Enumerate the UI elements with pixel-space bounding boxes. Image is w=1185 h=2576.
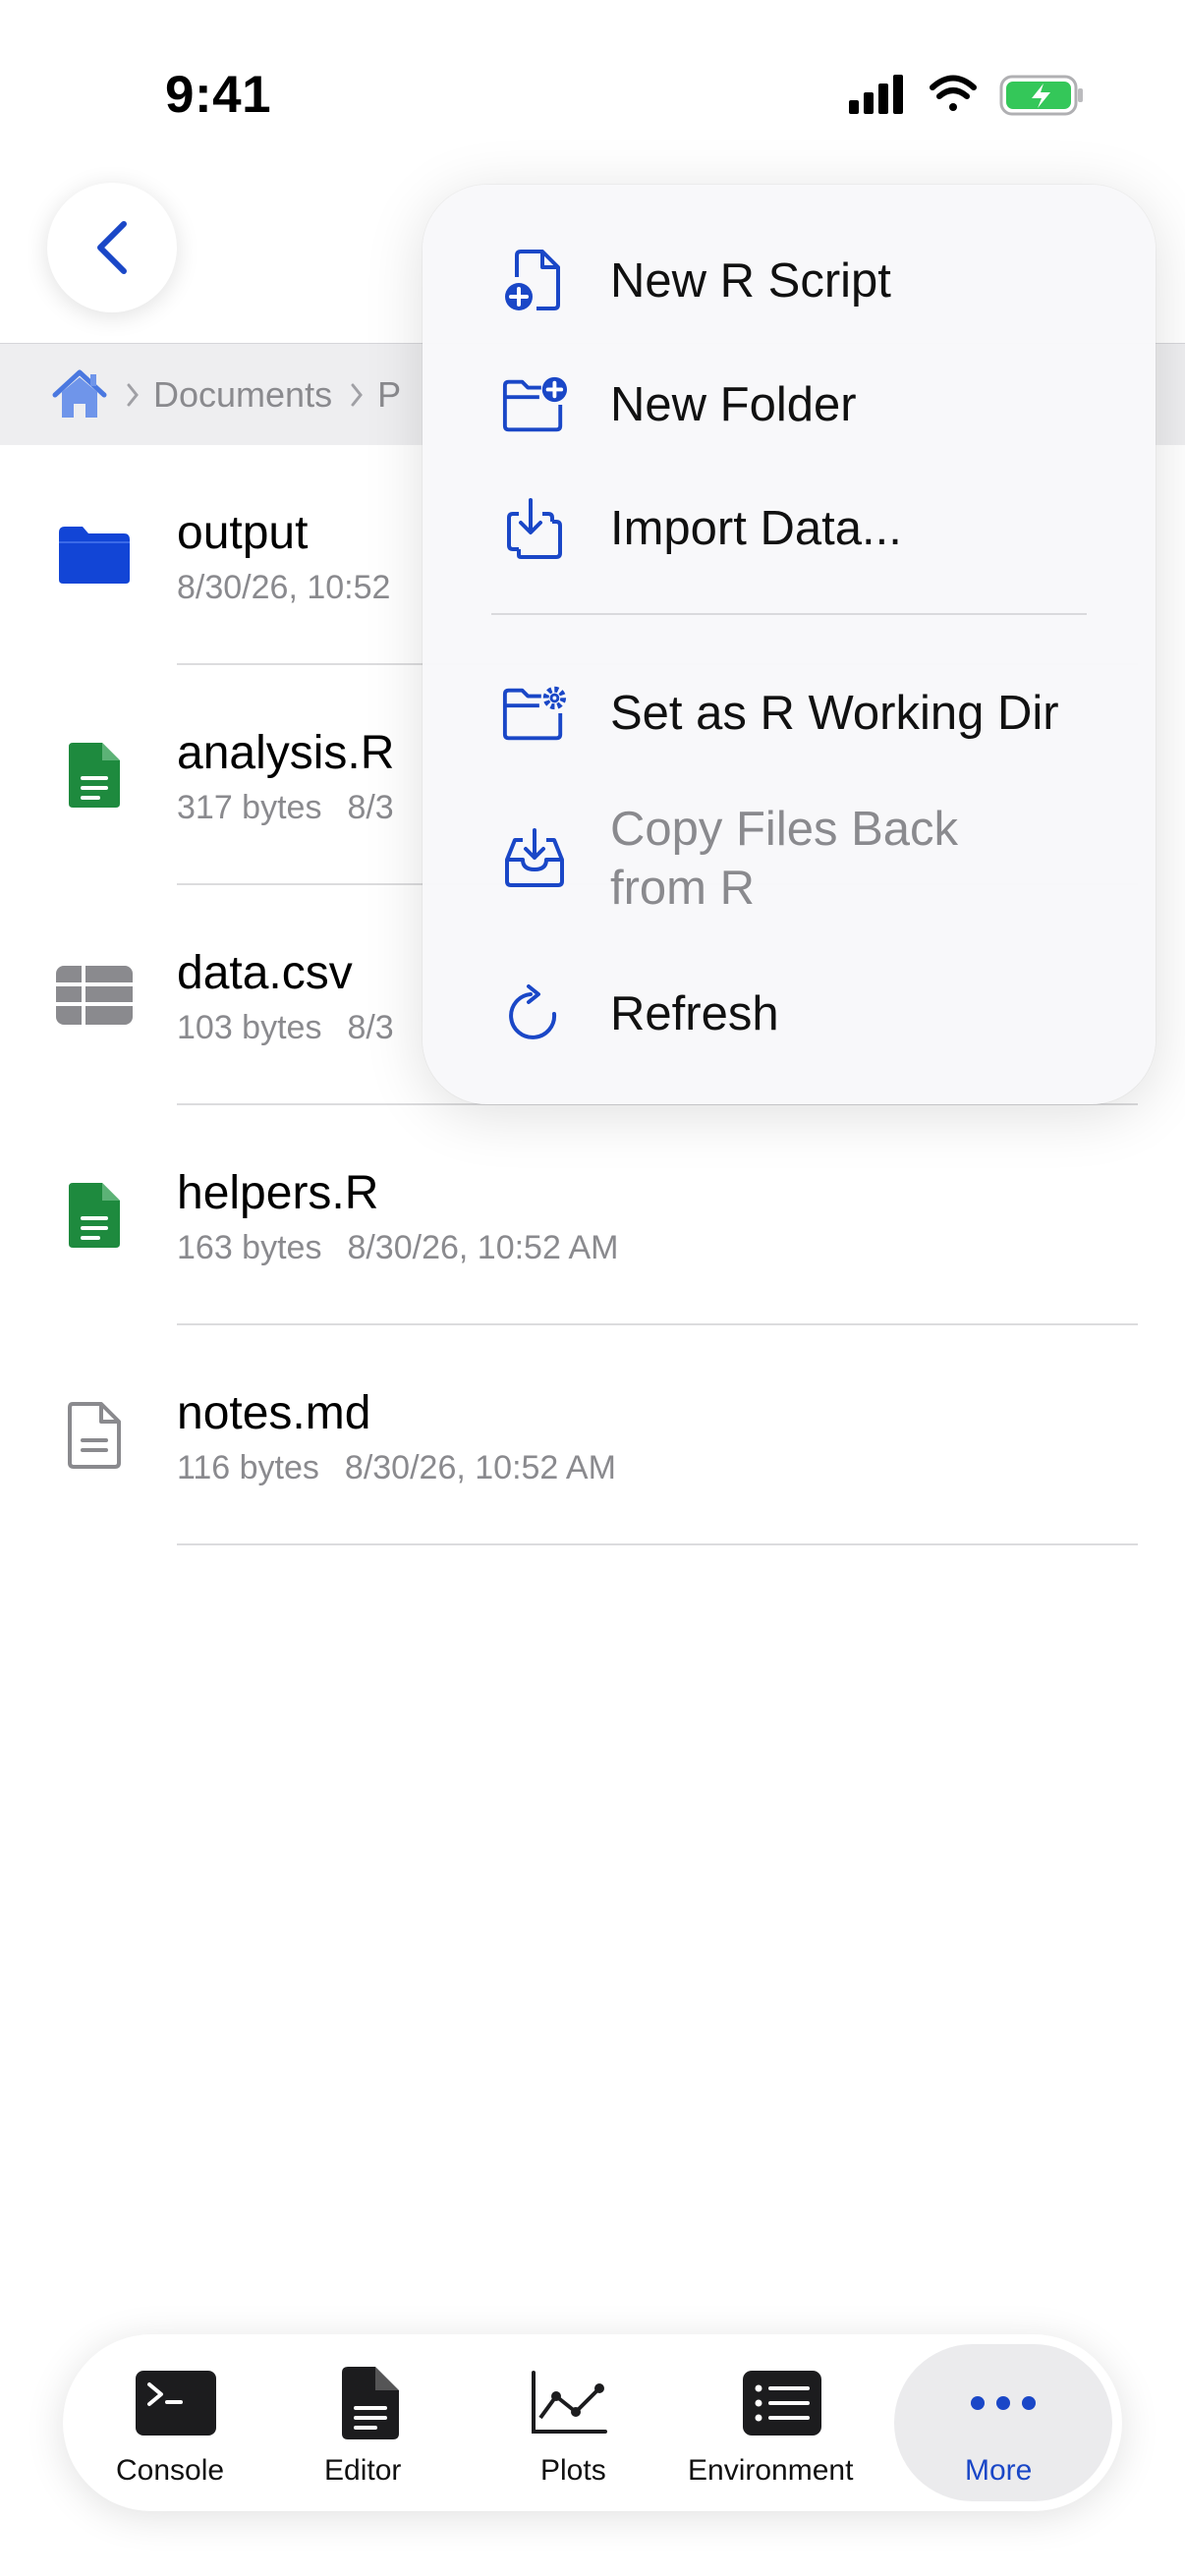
tab-editor[interactable]: Editor xyxy=(324,2334,434,2511)
chart-icon xyxy=(531,2366,607,2440)
tab-label: More xyxy=(965,2454,1033,2487)
ellipsis-icon xyxy=(969,2366,1038,2440)
file-date: 8/30/26, 10:52 AM xyxy=(347,1229,619,1266)
tab-label: Environment xyxy=(688,2454,854,2487)
new-folder-icon xyxy=(501,371,568,438)
menu-item-label: Copy Files Back from R xyxy=(610,803,959,915)
file-meta: 103 bytes 8/3 xyxy=(177,1009,394,1047)
tray-download-icon xyxy=(501,825,568,892)
tab-console[interactable]: Console xyxy=(106,2334,252,2511)
breadcrumb-separator-icon xyxy=(126,382,140,408)
r-file-icon xyxy=(53,734,136,816)
back-button[interactable] xyxy=(47,183,177,312)
battery-icon xyxy=(999,75,1083,116)
document-icon xyxy=(342,2366,401,2440)
file-date: 8/3 xyxy=(347,789,394,826)
file-meta: 317 bytes 8/3 xyxy=(177,789,394,827)
more-actions-menu: New R Script New Folder Import Data... S… xyxy=(423,185,1156,1104)
tab-label: Plots xyxy=(540,2454,606,2487)
file-date: 8/30/26, 10:52 AM xyxy=(344,1449,616,1486)
terminal-icon xyxy=(136,2366,216,2440)
breadcrumb-separator-icon xyxy=(350,382,364,408)
file-name: output xyxy=(177,507,309,559)
new-script-icon xyxy=(501,248,568,314)
tab-label: Console xyxy=(116,2454,225,2487)
home-icon[interactable] xyxy=(51,368,108,421)
menu-item-new-folder[interactable]: New Folder xyxy=(423,367,1156,442)
menu-item-copy-files-back[interactable]: Copy Files Back from R xyxy=(423,800,1156,918)
table-icon xyxy=(53,954,136,1036)
tab-label: Editor xyxy=(324,2454,402,2487)
breadcrumb-item-current[interactable]: P xyxy=(377,374,401,416)
breadcrumb-item-documents[interactable]: Documents xyxy=(153,374,332,416)
menu-item-import-data[interactable]: Import Data... xyxy=(423,491,1156,566)
list-icon xyxy=(743,2366,821,2440)
cellular-signal-icon xyxy=(849,75,903,114)
file-size: 317 bytes xyxy=(177,789,322,826)
file-date: 8/3 xyxy=(347,1009,394,1046)
menu-item-refresh[interactable]: Refresh xyxy=(423,977,1156,1051)
chevron-left-icon xyxy=(97,221,127,274)
doc-icon xyxy=(53,1394,136,1477)
menu-item-set-working-dir[interactable]: Set as R Working Dir xyxy=(423,676,1156,751)
menu-item-label: New Folder xyxy=(610,378,857,431)
file-name: data.csv xyxy=(177,947,353,999)
menu-item-label: Set as R Working Dir xyxy=(610,687,1059,740)
file-name: notes.md xyxy=(177,1387,371,1439)
refresh-icon xyxy=(501,980,568,1047)
file-row-notes-md[interactable]: notes.md 116 bytes 8/30/26, 10:52 AM xyxy=(0,1325,1185,1545)
status-icons xyxy=(849,71,1085,120)
file-meta: 8/30/26, 10:52 xyxy=(177,569,390,607)
file-size: 103 bytes xyxy=(177,1009,322,1046)
menu-item-new-r-script[interactable]: New R Script xyxy=(423,244,1156,318)
file-meta: 163 bytes 8/30/26, 10:52 AM xyxy=(177,1229,618,1267)
status-time: 9:41 xyxy=(165,66,272,124)
file-name: helpers.R xyxy=(177,1167,379,1219)
import-icon xyxy=(501,495,568,562)
menu-item-label: Refresh xyxy=(610,987,779,1040)
r-file-icon xyxy=(53,1174,136,1257)
menu-item-label: New R Script xyxy=(610,254,891,308)
file-size: 163 bytes xyxy=(177,1229,322,1266)
file-meta: 116 bytes 8/30/26, 10:52 AM xyxy=(177,1449,616,1487)
file-size: 116 bytes xyxy=(177,1449,319,1486)
tab-plots[interactable]: Plots xyxy=(521,2334,619,2511)
menu-divider xyxy=(491,613,1087,615)
wifi-icon xyxy=(930,75,977,111)
tab-environment[interactable]: Environment xyxy=(688,2334,875,2511)
folder-icon xyxy=(53,514,136,596)
tab-bar: Console Editor Plots Environment More xyxy=(63,2334,1122,2511)
file-name: analysis.R xyxy=(177,727,395,779)
folder-gear-icon xyxy=(501,680,568,747)
tab-more[interactable]: More xyxy=(894,2334,1112,2511)
menu-item-label: Import Data... xyxy=(610,502,902,555)
row-divider xyxy=(177,1543,1138,1545)
file-row-helpers-r[interactable]: helpers.R 163 bytes 8/30/26, 10:52 AM xyxy=(0,1105,1185,1325)
file-date: 8/30/26, 10:52 xyxy=(177,569,391,606)
